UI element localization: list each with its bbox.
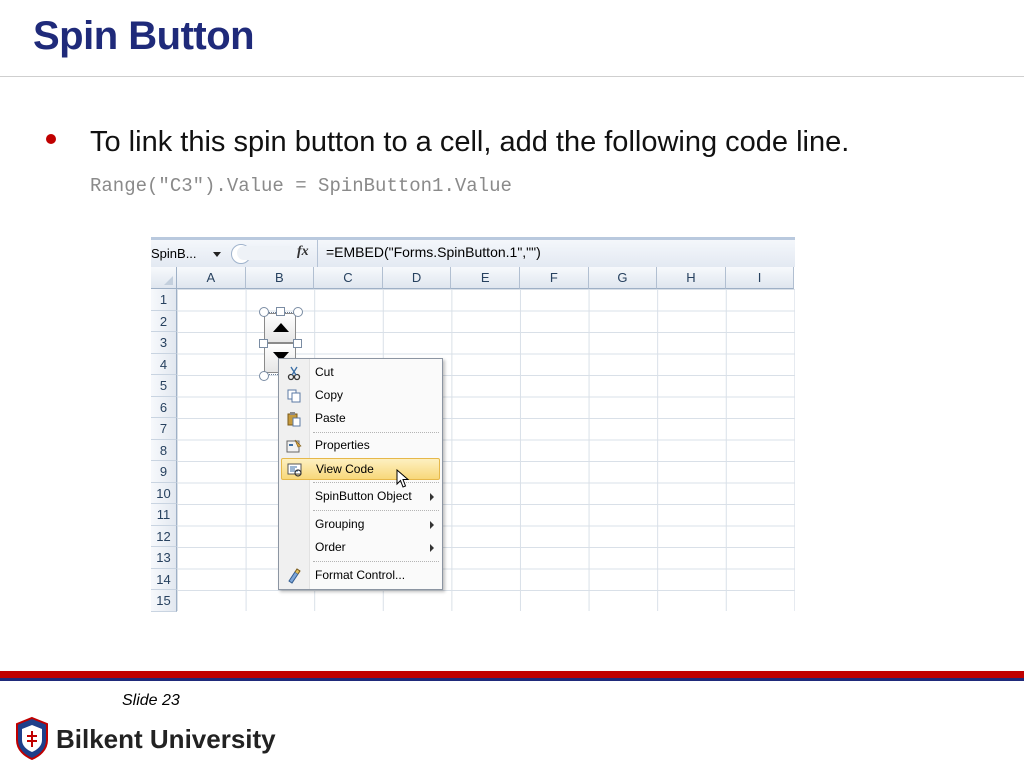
menu-item-order[interactable]: Order [281,537,440,559]
footer-blue-band [0,678,1024,681]
row-header-7[interactable]: 7 [151,418,177,440]
menu-item-label: SpinButton Object [315,489,412,503]
column-header-c[interactable]: C [314,267,383,289]
format-control-icon [286,568,302,584]
menu-separator [313,432,439,433]
row-header-13[interactable]: 13 [151,547,177,569]
menu-item-paste[interactable]: Paste [281,408,440,430]
resize-handle-bottom-left[interactable] [259,371,269,381]
arrow-up-icon [273,323,289,332]
insert-function-icon[interactable]: fx [297,244,309,260]
menu-separator [313,561,439,562]
bullet-text: To link this spin button to a cell, add … [90,126,850,158]
spin-button-up[interactable] [264,313,296,343]
submenu-arrow-icon [430,521,434,529]
row-header-2[interactable]: 2 [151,310,177,332]
submenu-arrow-icon [430,544,434,552]
menu-item-cut[interactable]: Cut [281,362,440,384]
select-all-corner[interactable] [151,267,177,289]
footer-red-band [0,671,1024,678]
row-header-14[interactable]: 14 [151,568,177,590]
code-line: Range("C3").Value = SpinButton1.Value [90,175,512,197]
resize-handle-top-right[interactable] [293,307,303,317]
menu-item-label: View Code [316,462,374,476]
bullet-marker [46,134,56,144]
university-crest-icon [14,716,50,761]
formula-bar: SpinB... fx =EMBED("Forms.SpinButton.1",… [151,237,795,267]
menu-item-grouping[interactable]: Grouping [281,514,440,536]
mouse-pointer-icon [396,468,412,489]
menu-item-label: Cut [315,365,334,379]
resize-handle-top[interactable] [276,307,285,316]
menu-item-label: Properties [315,438,370,452]
scissors-icon [286,365,302,381]
view-code-icon [287,462,303,478]
row-header-11[interactable]: 11 [151,504,177,526]
properties-icon [286,438,302,454]
menu-item-label: Copy [315,388,344,402]
excel-screenshot: SpinB... fx =EMBED("Forms.SpinButton.1",… [151,237,795,612]
column-header-h[interactable]: H [657,267,726,289]
row-header-1[interactable]: 1 [151,289,177,311]
menu-item-spinbutton-object[interactable]: SpinButton Object [281,486,440,508]
formula-input[interactable]: =EMBED("Forms.SpinButton.1","") [326,244,541,260]
paste-icon [286,411,302,427]
row-header-12[interactable]: 12 [151,525,177,547]
menu-item-copy[interactable]: Copy [281,385,440,407]
formula-bar-divider [317,240,318,267]
menu-item-label: Grouping [315,517,365,531]
menu-item-label: Order [315,540,346,554]
resize-handle-right[interactable] [293,339,302,348]
formula-bar-pill [237,246,297,260]
row-header-9[interactable]: 9 [151,461,177,483]
column-header-i[interactable]: I [725,267,795,289]
select-all-icon [164,276,173,285]
menu-item-format-control[interactable]: Format Control... [281,565,440,587]
resize-handle-top-left[interactable] [259,307,269,317]
column-header-a[interactable]: A [177,267,246,289]
column-header-b[interactable]: B [245,267,315,289]
row-header-5[interactable]: 5 [151,375,177,397]
resize-handle-left[interactable] [259,339,268,348]
menu-item-properties[interactable]: Properties [281,435,440,457]
row-header-8[interactable]: 8 [151,439,177,461]
slide-title: Spin Button [33,14,255,58]
row-header-3[interactable]: 3 [151,332,177,354]
menu-item-view-code[interactable]: View Code [281,458,440,480]
context-menu: Cut Copy Paste Properties View Code Spin… [278,358,443,590]
column-header-d[interactable]: D [382,267,452,289]
row-header-4[interactable]: 4 [151,353,177,375]
row-header-6[interactable]: 6 [151,396,177,418]
menu-separator [313,482,439,483]
copy-icon [286,388,302,404]
column-header-g[interactable]: G [588,267,658,289]
row-header-15[interactable]: 15 [151,590,177,612]
column-header-f[interactable]: F [520,267,589,289]
menu-item-label: Paste [315,411,346,425]
name-box-dropdown-icon[interactable] [213,252,221,257]
title-divider [0,76,1024,77]
slide-number: Slide 23 [122,692,180,709]
column-header-e[interactable]: E [451,267,520,289]
menu-separator [313,510,439,511]
university-name: Bilkent University [56,724,276,754]
menu-item-label: Format Control... [315,568,406,582]
submenu-arrow-icon [430,493,434,501]
row-header-10[interactable]: 10 [151,482,177,504]
